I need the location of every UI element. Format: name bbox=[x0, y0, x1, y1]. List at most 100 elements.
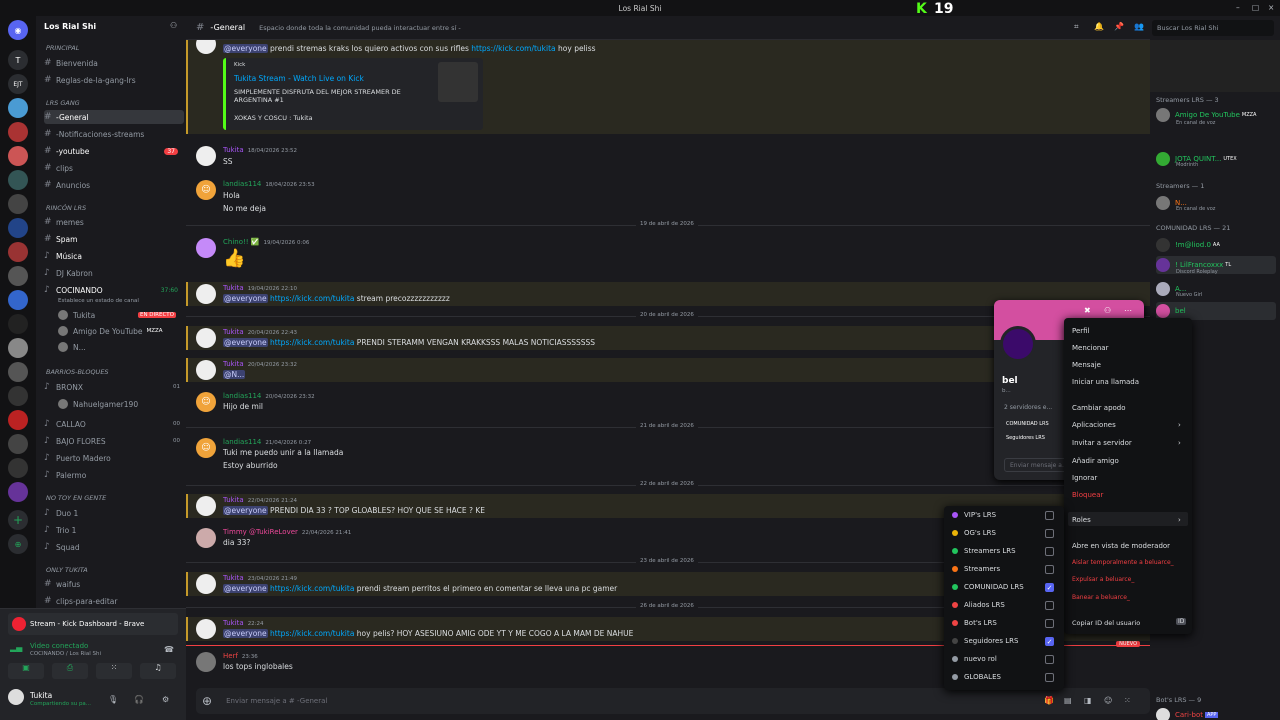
minimize-icon[interactable]: – bbox=[1236, 3, 1240, 12]
checkbox-icon[interactable] bbox=[1045, 528, 1054, 538]
embed-title[interactable]: Tukita Stream - Watch Live on Kick bbox=[234, 74, 364, 83]
author-name[interactable]: landias114 bbox=[223, 180, 261, 188]
username[interactable]: Tukita bbox=[30, 691, 52, 700]
channel-item[interactable]: # Anuncios bbox=[44, 178, 184, 192]
avatar[interactable] bbox=[196, 40, 216, 54]
search-input[interactable]: Buscar Los Rial Shi bbox=[1152, 20, 1274, 36]
pin-icon[interactable]: 📌 bbox=[1114, 22, 1124, 31]
voice-user[interactable]: Nahuelgamer190 bbox=[58, 397, 178, 411]
avatar[interactable] bbox=[196, 328, 216, 348]
avatar[interactable] bbox=[196, 574, 216, 594]
voice-channel[interactable]: ♪ Palermo bbox=[44, 468, 184, 482]
screen-share-button[interactable]: ⎙ bbox=[52, 663, 88, 679]
close-icon[interactable]: ✖ bbox=[1084, 306, 1091, 315]
message-composer[interactable]: ⊕ Enviar mensaje a # -General 🎁 ▤ ◨ ☺ ⁙ bbox=[196, 688, 1150, 714]
soundboard-button[interactable]: ♫ bbox=[140, 663, 176, 679]
channel-item[interactable]: # Reglas-de-la-gang-lrs bbox=[44, 73, 184, 87]
role-option[interactable]: Aliados LRS bbox=[952, 598, 1056, 612]
server-icon[interactable] bbox=[8, 98, 28, 118]
server-icon[interactable] bbox=[8, 338, 28, 358]
gift-icon[interactable]: 🎁 bbox=[1044, 696, 1054, 705]
avatar[interactable] bbox=[196, 284, 216, 304]
channel-item[interactable]: ♪ DJ Kabron bbox=[44, 266, 184, 280]
checkbox-icon[interactable] bbox=[1045, 564, 1054, 574]
menu-item-nickname[interactable]: Cambiar apodo bbox=[1072, 404, 1126, 412]
signal-icon[interactable]: ▂▄ bbox=[10, 643, 22, 652]
channel-item[interactable]: # clips bbox=[44, 161, 184, 175]
channel-item[interactable]: # Spam bbox=[44, 232, 184, 246]
voice-channel[interactable]: ♪ Trio 1 bbox=[44, 523, 184, 537]
settings-gear-icon[interactable]: ⚙ bbox=[162, 695, 169, 704]
category-label[interactable]: RINCÓN LRS bbox=[46, 204, 86, 212]
voice-user[interactable]: Tukita EN DIRECTO bbox=[58, 308, 178, 322]
menu-item-ignore[interactable]: Ignorar bbox=[1072, 474, 1097, 482]
category-label[interactable]: ONLY TUKITA bbox=[46, 566, 88, 574]
channel-topic[interactable]: Espacio donde toda la comunidad pueda in… bbox=[259, 24, 461, 32]
avatar[interactable] bbox=[8, 689, 24, 705]
message[interactable]: Chino!! ✅ 19/04/2026 0:06 👍 bbox=[186, 236, 1150, 272]
checkbox-icon[interactable] bbox=[1045, 546, 1054, 556]
server-icon[interactable] bbox=[8, 410, 28, 430]
camera-button[interactable]: ▣ bbox=[8, 663, 44, 679]
menu-item-call[interactable]: Iniciar una llamada bbox=[1072, 378, 1139, 386]
disconnect-icon[interactable]: ☎ bbox=[164, 645, 174, 654]
server-icon[interactable] bbox=[8, 194, 28, 214]
author-name[interactable]: Tukita bbox=[223, 328, 244, 336]
author-name[interactable]: Tukita bbox=[223, 360, 244, 368]
server-icon[interactable] bbox=[8, 362, 28, 382]
voice-channel[interactable]: ♪ Squad bbox=[44, 540, 184, 554]
server-icon[interactable] bbox=[8, 314, 28, 334]
server-icon[interactable] bbox=[8, 482, 28, 502]
channel-item[interactable]: ♪ Música bbox=[44, 249, 184, 263]
mention[interactable]: @everyone bbox=[223, 629, 268, 638]
server-icon[interactable] bbox=[8, 434, 28, 454]
menu-item-ban[interactable]: Banear a beluarce_ bbox=[1072, 594, 1130, 601]
channel-item-general[interactable]: # -General bbox=[44, 110, 184, 124]
category-label[interactable]: NO TOY EN GENTE bbox=[46, 494, 106, 502]
author-name[interactable]: Chino!! ✅ bbox=[223, 238, 260, 246]
role-option[interactable]: OG's LRS bbox=[952, 526, 1056, 540]
threads-icon[interactable]: ⌗ bbox=[1074, 22, 1079, 32]
link[interactable]: https://kick.com/tukita bbox=[270, 629, 354, 638]
author-name[interactable]: Timmy @TukiReLover bbox=[223, 528, 298, 536]
avatar[interactable] bbox=[196, 238, 216, 258]
checkbox-checked-icon[interactable]: ✓ bbox=[1045, 582, 1054, 592]
menu-item-copy-id[interactable]: Copiar ID del usuario bbox=[1072, 619, 1140, 627]
avatar[interactable] bbox=[196, 146, 216, 166]
link-embed[interactable]: Kick Tukita Stream - Watch Live on Kick … bbox=[223, 58, 483, 130]
checkbox-icon[interactable] bbox=[1045, 510, 1054, 520]
member-item[interactable]: Cari-bot APP bbox=[1156, 706, 1276, 720]
maximize-icon[interactable]: □ bbox=[1252, 3, 1259, 12]
author-name[interactable]: Tukita bbox=[223, 496, 244, 504]
menu-item-kick[interactable]: Expulsar a beluarce_ bbox=[1072, 576, 1134, 583]
server-icon[interactable]: T bbox=[8, 50, 28, 70]
voice-channel[interactable]: ♪ Puerto Madero bbox=[44, 451, 184, 465]
menu-item-add-friend[interactable]: Añadir amigo bbox=[1072, 457, 1119, 465]
mention[interactable]: @everyone bbox=[223, 338, 268, 347]
add-attachment-icon[interactable]: ⊕ bbox=[202, 694, 212, 708]
voice-channel[interactable]: ♪ BAJO FLORES 00 bbox=[44, 434, 184, 448]
avatar[interactable] bbox=[196, 360, 216, 380]
message-input[interactable]: Enviar mensaje a # -General bbox=[226, 697, 327, 705]
server-icon[interactable]: EJT bbox=[8, 74, 28, 94]
server-icon[interactable] bbox=[8, 290, 28, 310]
embed-thumbnail[interactable] bbox=[438, 62, 478, 102]
voice-channel[interactable]: ♪ Duo 1 bbox=[44, 506, 184, 520]
author-name[interactable]: Tukita bbox=[223, 284, 244, 292]
emoji-icon[interactable]: ☺ bbox=[1104, 696, 1112, 705]
channel-item[interactable]: # Bienvenida bbox=[44, 56, 184, 70]
menu-item-timeout[interactable]: Aislar temporalmente a beluarce_ bbox=[1072, 559, 1174, 566]
author-name[interactable]: Tukita bbox=[223, 574, 244, 582]
mention[interactable]: @N... bbox=[223, 370, 246, 379]
explore-icon[interactable]: ⊕ bbox=[8, 534, 28, 554]
checkbox-icon[interactable] bbox=[1045, 618, 1054, 628]
avatar[interactable] bbox=[196, 652, 216, 672]
notification-bell-icon[interactable]: 🔔 bbox=[1094, 22, 1104, 31]
role-option[interactable]: Bot's LRS bbox=[952, 616, 1056, 630]
server-icon[interactable] bbox=[8, 218, 28, 238]
server-icon[interactable] bbox=[8, 170, 28, 190]
headphones-icon[interactable]: 🎧 bbox=[134, 695, 144, 704]
role-option[interactable]: Seguidores LRS ✓ bbox=[952, 634, 1056, 648]
category-label[interactable]: BARRIOS-BLOQUES bbox=[46, 368, 109, 376]
member-item[interactable]: A... bbox=[1156, 280, 1276, 298]
